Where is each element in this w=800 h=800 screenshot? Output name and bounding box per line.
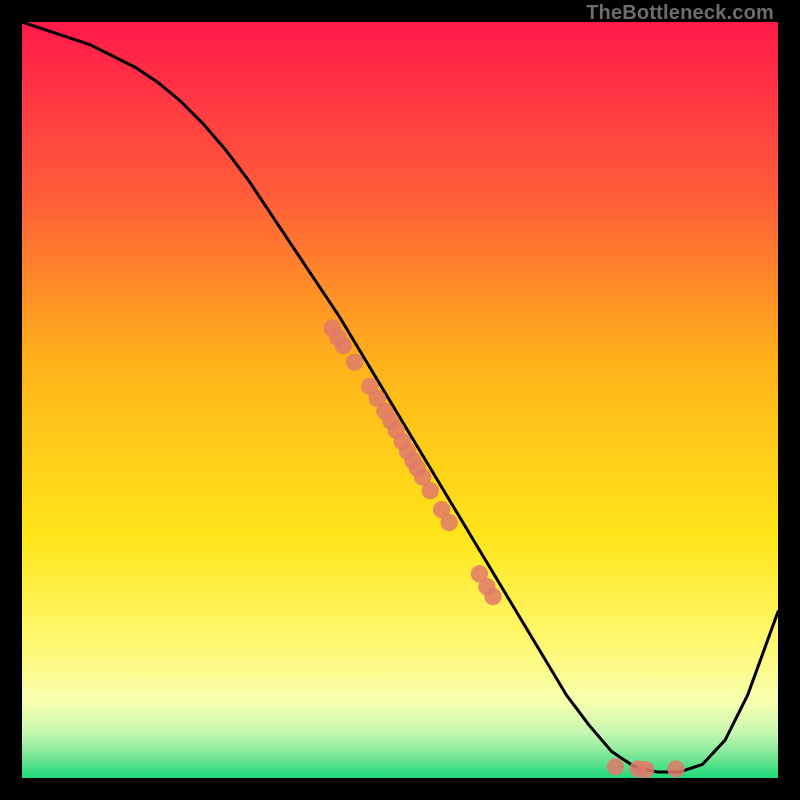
data-point	[607, 758, 624, 775]
data-point	[335, 337, 352, 354]
chart-svg	[22, 22, 778, 778]
scatter-points	[323, 319, 684, 778]
data-point	[637, 761, 654, 778]
bottleneck-curve	[22, 22, 778, 772]
data-point	[440, 514, 457, 531]
chart-frame: TheBottleneck.com	[0, 0, 800, 800]
data-point	[422, 482, 439, 499]
data-point	[346, 354, 363, 371]
plot-area	[22, 22, 778, 778]
data-point	[667, 760, 684, 777]
data-point	[484, 588, 501, 605]
